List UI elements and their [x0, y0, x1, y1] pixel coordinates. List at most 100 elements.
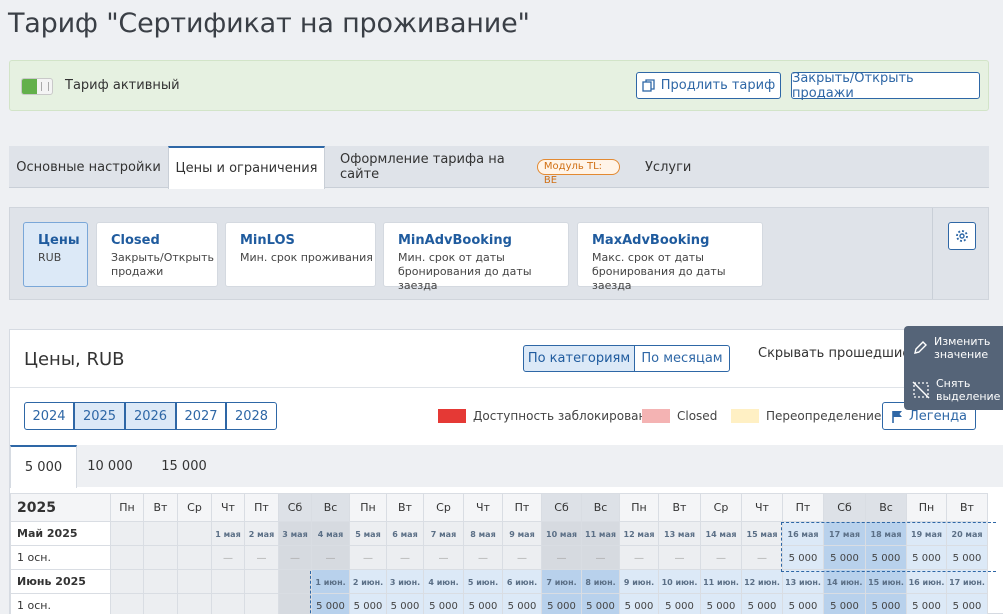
price-cell[interactable]: 5 000 [658, 593, 701, 614]
day-cell[interactable]: 4 июн. [423, 569, 464, 594]
price-cell[interactable]: — [700, 545, 742, 570]
price-cell[interactable]: 5 000 [581, 593, 620, 614]
year-2024[interactable]: 2024 [24, 402, 74, 430]
price-cell[interactable]: 5 000 [502, 593, 542, 614]
day-cell[interactable]: 17 июн. [946, 569, 988, 594]
edit-value-action[interactable]: Изменить значение [912, 335, 994, 361]
price-cell[interactable]: 5 000 [619, 593, 659, 614]
price-cell[interactable]: 5 000 [906, 593, 947, 614]
settings-button[interactable] [948, 222, 976, 250]
price-cell[interactable]: 5 000 [823, 545, 866, 570]
day-cell[interactable]: 18 мая [865, 521, 907, 546]
tab-prices-restrictions[interactable]: Цены и ограничения [168, 146, 325, 189]
price-cell[interactable]: 5 000 [823, 593, 866, 614]
day-cell[interactable]: 20 мая [946, 521, 988, 546]
tab-services[interactable]: Услуги [645, 146, 705, 188]
day-cell[interactable]: 11 июн. [700, 569, 742, 594]
year-2026[interactable]: 2026 [125, 402, 176, 430]
card-maxadvbooking[interactable]: MaxAdvBooking Макс. срок от даты брониров… [577, 222, 763, 292]
day-cell[interactable]: 15 мая [741, 521, 783, 546]
price-cell[interactable]: — [463, 545, 503, 570]
price-cell[interactable]: 5 000 [946, 593, 988, 614]
day-cell[interactable]: 3 мая [278, 521, 312, 546]
day-cell[interactable]: 6 мая [386, 521, 424, 546]
day-cell[interactable]: 5 июн. [463, 569, 503, 594]
view-by-month-button[interactable]: По месяцам [634, 345, 730, 372]
toggle-sales-button[interactable]: Закрыть/Открыть продажи [791, 71, 980, 101]
day-cell[interactable]: 2 июн. [349, 569, 387, 594]
price-cell[interactable]: 5 000 [946, 545, 988, 570]
year-2025[interactable]: 2025 [74, 402, 125, 430]
price-cell[interactable]: 5 000 [865, 545, 907, 570]
day-cell[interactable]: 10 июн. [658, 569, 701, 594]
price-cell[interactable]: 5 000 [865, 593, 907, 614]
day-cell[interactable]: 16 июн. [906, 569, 947, 594]
price-cell[interactable]: — [619, 545, 659, 570]
day-cell[interactable]: 10 мая [541, 521, 582, 546]
day-cell[interactable]: 13 мая [658, 521, 701, 546]
day-cell[interactable]: 12 июн. [741, 569, 783, 594]
price-cell[interactable]: — [541, 545, 582, 570]
year-2028[interactable]: 2028 [226, 402, 277, 430]
day-cell[interactable]: 14 мая [700, 521, 742, 546]
price-cell[interactable]: 5 000 [906, 545, 947, 570]
category-tab-5000[interactable]: 5 000 [10, 445, 77, 488]
day-cell[interactable]: 1 мая [211, 521, 245, 546]
price-cell[interactable]: — [311, 545, 350, 570]
hide-past-label[interactable]: Скрывать прошедшие м [758, 346, 924, 361]
clear-selection-action[interactable]: Снять выделение [912, 377, 1000, 403]
price-cell[interactable]: 5 000 [423, 593, 464, 614]
price-cell[interactable]: — [244, 545, 279, 570]
day-cell[interactable]: 4 мая [311, 521, 350, 546]
active-toggle[interactable] [21, 78, 53, 95]
day-cell[interactable]: 6 июн. [502, 569, 542, 594]
category-tab-15000[interactable]: 15 000 [143, 445, 225, 487]
view-by-category-button[interactable]: По категориям [523, 345, 635, 372]
card-closed[interactable]: Closed Закрыть/Открыть продажи [96, 222, 218, 287]
day-cell[interactable]: 14 июн. [823, 569, 866, 594]
year-2027[interactable]: 2027 [176, 402, 226, 430]
card-prices[interactable]: Цены RUB [23, 222, 88, 287]
price-cell[interactable]: — [658, 545, 701, 570]
day-cell[interactable]: 19 мая [906, 521, 947, 546]
price-cell[interactable]: — [386, 545, 424, 570]
day-cell[interactable]: 8 мая [463, 521, 503, 546]
day-cell[interactable]: 5 мая [349, 521, 387, 546]
price-cell[interactable]: — [211, 545, 245, 570]
day-cell[interactable]: 8 июн. [581, 569, 620, 594]
price-cell[interactable]: 5 000 [741, 593, 783, 614]
day-cell[interactable]: 3 июн. [386, 569, 424, 594]
price-cell[interactable]: — [581, 545, 620, 570]
day-cell[interactable]: 1 июн. [311, 569, 350, 594]
price-cell[interactable]: 5 000 [386, 593, 424, 614]
price-cell[interactable]: — [502, 545, 542, 570]
day-cell[interactable]: 9 июн. [619, 569, 659, 594]
card-minadvbooking[interactable]: MinAdvBooking Мин. срок от даты бронирова… [383, 222, 569, 292]
tab-site-design[interactable]: Оформление тарифа на сайте Модуль TL: BE [340, 146, 620, 188]
tab-basic-settings[interactable]: Основные настройки [9, 146, 168, 188]
day-cell[interactable]: 13 июн. [782, 569, 824, 594]
day-cell[interactable]: 2 мая [244, 521, 279, 546]
day-cell[interactable]: 7 мая [423, 521, 464, 546]
price-cell[interactable]: 5 000 [700, 593, 742, 614]
day-cell[interactable]: 12 мая [619, 521, 659, 546]
extend-tariff-button[interactable]: Продлить тариф [636, 72, 781, 99]
day-cell[interactable]: 16 мая [782, 521, 824, 546]
price-cell[interactable]: 5 000 [782, 545, 824, 570]
price-cell[interactable]: 5 000 [311, 593, 350, 614]
price-cell[interactable]: 5 000 [782, 593, 824, 614]
price-cell[interactable]: 5 000 [349, 593, 387, 614]
price-cell[interactable]: — [349, 545, 387, 570]
day-cell[interactable]: 7 июн. [541, 569, 582, 594]
price-cell[interactable]: 5 000 [541, 593, 582, 614]
category-tab-10000[interactable]: 10 000 [77, 445, 143, 487]
card-minlos[interactable]: MinLOS Мин. срок проживания [225, 222, 376, 287]
day-cell[interactable]: 15 июн. [865, 569, 907, 594]
day-cell[interactable]: 9 мая [502, 521, 542, 546]
day-cell[interactable]: 17 мая [823, 521, 866, 546]
price-cell[interactable]: 5 000 [463, 593, 503, 614]
day-cell[interactable]: 11 мая [581, 521, 620, 546]
price-cell[interactable]: — [741, 545, 783, 570]
price-cell[interactable]: — [278, 545, 312, 570]
price-cell[interactable]: — [423, 545, 464, 570]
